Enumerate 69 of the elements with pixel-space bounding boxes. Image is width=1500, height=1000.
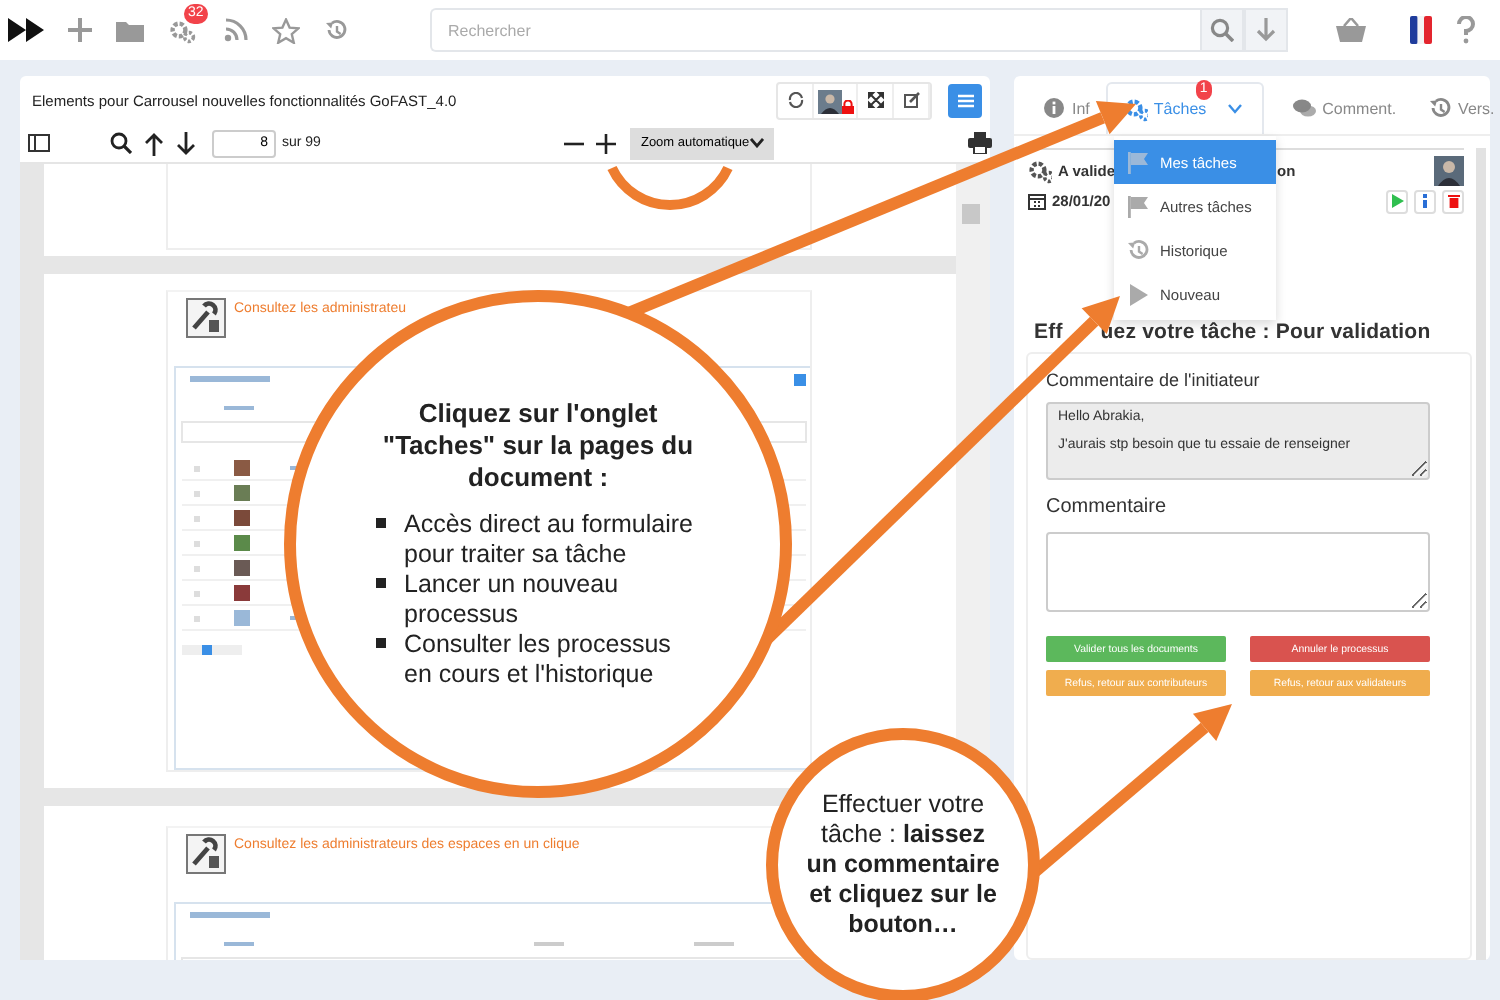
sidebar-toggle-icon[interactable] bbox=[28, 134, 50, 152]
comments-icon bbox=[1292, 95, 1317, 121]
owner-button[interactable] bbox=[814, 83, 858, 117]
history-icon[interactable] bbox=[324, 17, 350, 43]
menu-button[interactable] bbox=[948, 83, 982, 117]
down-arrow-icon[interactable] bbox=[176, 131, 196, 155]
tab[interactable]: Comment. bbox=[1276, 82, 1413, 134]
callout-text: Lancer un nouveau processus bbox=[404, 570, 621, 630]
avatar-icon bbox=[817, 89, 841, 113]
help-icon[interactable] bbox=[1456, 16, 1476, 44]
info-icon bbox=[1422, 194, 1428, 208]
play-icon bbox=[1126, 281, 1150, 307]
zoom-in-icon[interactable] bbox=[596, 133, 617, 153]
search-button[interactable] bbox=[1199, 8, 1244, 52]
field-label: Commentaire bbox=[1046, 496, 1169, 518]
tab[interactable]: Inf bbox=[1026, 82, 1106, 134]
edit-icon bbox=[903, 92, 919, 108]
comment-field[interactable] bbox=[1046, 532, 1430, 612]
info-icon bbox=[1042, 95, 1066, 121]
search-icon bbox=[1209, 18, 1234, 42]
history-icon bbox=[1428, 95, 1453, 121]
flag-icon bbox=[1126, 193, 1150, 219]
delete-button[interactable] bbox=[1442, 189, 1464, 213]
tools-icon bbox=[186, 298, 226, 338]
callout-title: Cliquez sur l'onglet "Taches" sur la pages du document : bbox=[380, 398, 696, 494]
lock-icon bbox=[841, 99, 853, 113]
scrollbar[interactable] bbox=[1476, 148, 1486, 960]
tools-icon bbox=[186, 834, 226, 874]
down-arrow-icon bbox=[1255, 18, 1276, 42]
calendar-icon bbox=[1028, 192, 1046, 210]
plus-icon[interactable] bbox=[68, 18, 92, 42]
history-icon bbox=[1126, 237, 1150, 263]
form-heading: Eff bbox=[1034, 320, 1063, 344]
search-field[interactable]: Rechercher bbox=[430, 8, 1200, 52]
star-icon[interactable] bbox=[272, 17, 300, 43]
field-label: Commentaire de l'initiateur bbox=[1046, 370, 1262, 390]
expand-icon bbox=[867, 92, 883, 108]
caret-icon bbox=[1228, 104, 1243, 114]
info-button[interactable] bbox=[1414, 189, 1436, 213]
search-icon[interactable] bbox=[110, 132, 132, 154]
bullet-icon bbox=[376, 578, 386, 588]
scrollbar-thumb[interactable] bbox=[962, 204, 980, 224]
printer-icon[interactable] bbox=[967, 132, 992, 154]
start-button[interactable] bbox=[1386, 189, 1408, 213]
callout-text: Accès direct au formulaire pour traiter sa tâche bbox=[404, 510, 696, 570]
bullet-icon bbox=[376, 518, 386, 528]
gears-icon[interactable] bbox=[168, 17, 200, 43]
callout-text: Effectuer votre tâche : laissez un commentaire et cliquez sur le bouton… bbox=[806, 790, 1000, 940]
caret-icon bbox=[749, 138, 764, 148]
up-arrow-icon[interactable] bbox=[144, 131, 164, 155]
avatar-icon bbox=[1434, 156, 1464, 186]
trash-icon bbox=[1447, 194, 1459, 208]
play-icon bbox=[1391, 194, 1403, 208]
flag-icon bbox=[1126, 149, 1150, 175]
logo-icon bbox=[8, 18, 44, 42]
callout-text: Consulter les processus en cours et l'historique bbox=[404, 630, 673, 690]
callout-circle-arc bbox=[607, 165, 733, 210]
flag-icon[interactable] bbox=[1410, 16, 1432, 44]
form-heading: uez votre tâche : Pour validation bbox=[1100, 320, 1431, 344]
bullet-icon bbox=[376, 638, 386, 648]
download-button[interactable] bbox=[1243, 8, 1288, 52]
refresh-icon bbox=[787, 92, 803, 108]
gears-icon bbox=[1028, 158, 1052, 184]
gears-icon bbox=[1123, 96, 1148, 122]
menu-icon bbox=[957, 93, 973, 107]
rss-icon[interactable] bbox=[224, 18, 248, 42]
basket-icon[interactable] bbox=[1336, 18, 1366, 42]
folder-icon[interactable] bbox=[116, 19, 144, 41]
tab[interactable]: Vers. bbox=[1412, 82, 1500, 134]
